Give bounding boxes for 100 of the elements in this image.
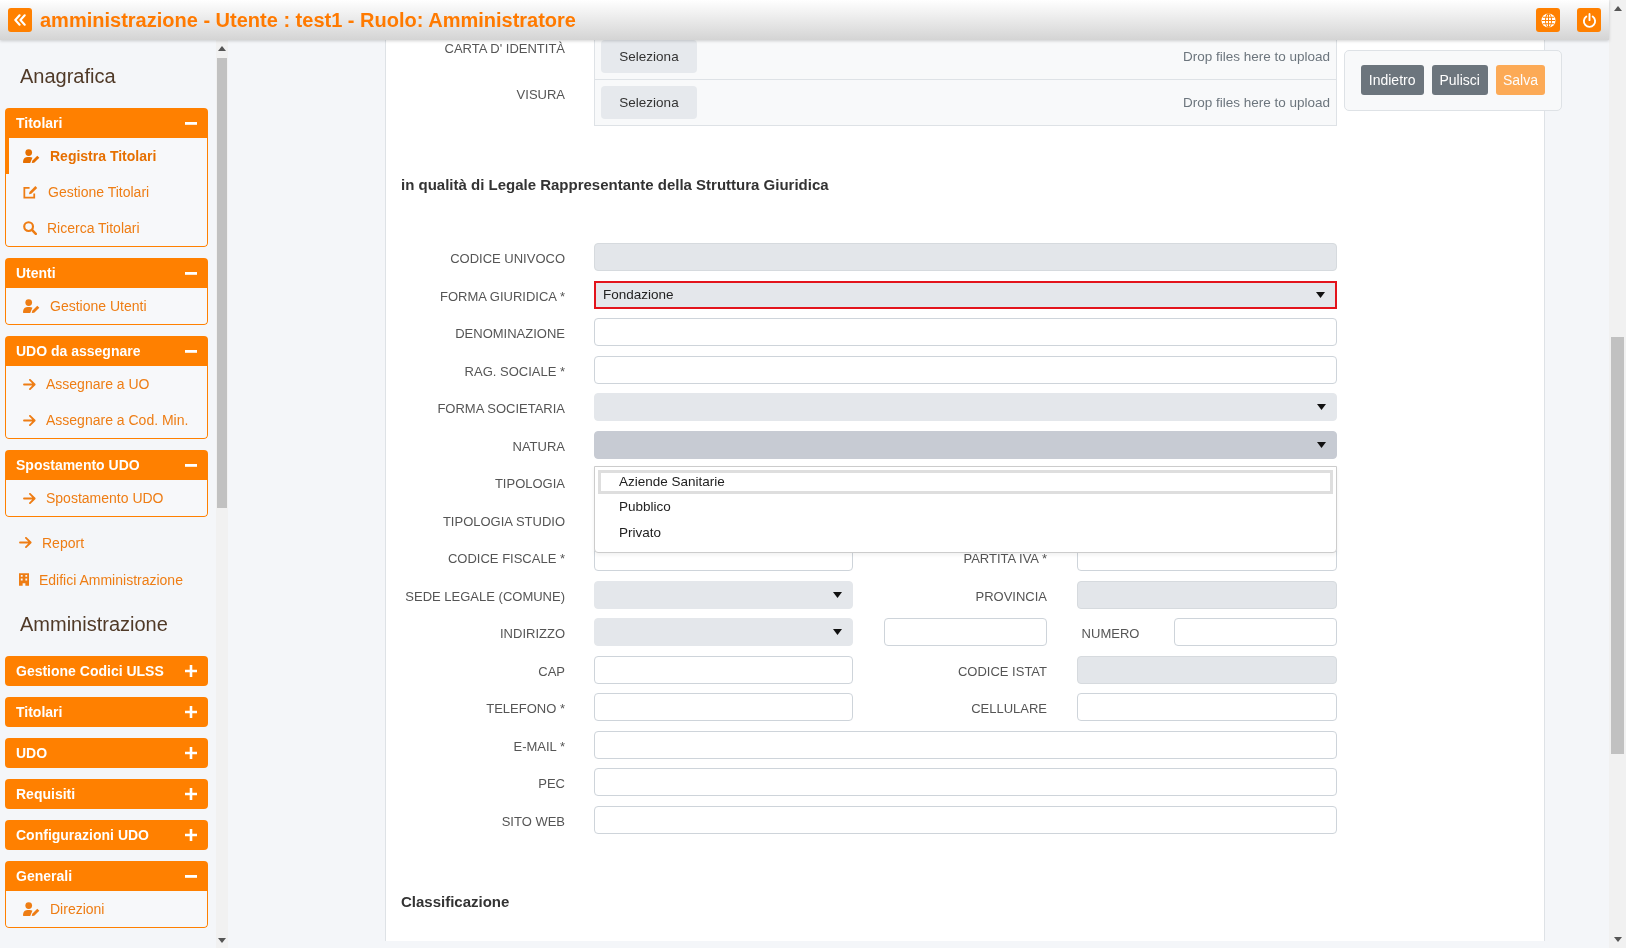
text-field[interactable] bbox=[594, 768, 1337, 796]
sidebar-section-header[interactable]: Spostamento UDO bbox=[5, 450, 208, 480]
scrollbar-thumb[interactable] bbox=[1611, 337, 1624, 754]
section-title: Classificazione bbox=[401, 891, 511, 912]
sidebar-section-header[interactable]: Titolari bbox=[5, 697, 208, 727]
plus-icon bbox=[185, 665, 197, 677]
field-label: E-MAIL * bbox=[512, 737, 565, 754]
caret-down-icon bbox=[1317, 404, 1326, 410]
minus-icon bbox=[185, 349, 197, 353]
dropdown-option[interactable]: Aziende Sanitarie bbox=[598, 469, 1333, 494]
field-label: SITO WEB bbox=[500, 812, 565, 829]
field-label: CODICE FISCALE * bbox=[446, 550, 565, 566]
dropdown-option[interactable]: Pubblico bbox=[598, 493, 1333, 520]
globe-button[interactable] bbox=[1536, 8, 1560, 32]
field-label: NUMERO bbox=[1080, 625, 1141, 641]
text-field[interactable] bbox=[1077, 693, 1337, 721]
back-button[interactable]: Indietro bbox=[1360, 65, 1424, 95]
scroll-up-icon[interactable] bbox=[1613, 6, 1622, 11]
arrow-right-icon bbox=[19, 537, 32, 548]
sidebar-link[interactable]: Spostamento UDO bbox=[6, 480, 207, 516]
sidebar-section-header[interactable]: Utenti bbox=[5, 258, 208, 288]
scroll-up-icon[interactable] bbox=[218, 45, 226, 51]
text-field[interactable] bbox=[594, 805, 1337, 834]
file-drop-zone[interactable]: Seleziona Drop files here to upload bbox=[594, 79, 1337, 126]
sidebar-section-header[interactable]: Gestione Codici ULSS bbox=[5, 656, 208, 686]
drop-hint: Drop files here to upload bbox=[1182, 95, 1330, 110]
sidebar-link[interactable]: Ricerca Titolari bbox=[6, 210, 207, 246]
scroll-down-icon[interactable] bbox=[1613, 937, 1622, 942]
sidebar-section-header[interactable]: Requisiti bbox=[5, 779, 208, 809]
minus-icon bbox=[185, 271, 197, 275]
sidebar-link[interactable]: Gestione Titolari bbox=[6, 174, 207, 210]
field-label: FORMA SOCIETARIA bbox=[436, 400, 565, 416]
caret-down-icon bbox=[1316, 291, 1325, 298]
select-field[interactable] bbox=[594, 393, 1337, 421]
double-chevron-left-icon bbox=[13, 14, 27, 26]
field-label: PEC bbox=[537, 775, 565, 791]
field-label: FORMA GIURIDICA * bbox=[439, 287, 565, 304]
plus-icon bbox=[185, 829, 197, 841]
drop-hint: Drop files here to upload bbox=[1182, 49, 1330, 64]
field-label: DENOMINAZIONE bbox=[454, 325, 565, 341]
field-label: RAG. SOCIALE * bbox=[463, 362, 565, 379]
sidebar-link[interactable]: Gestione Utenti bbox=[6, 288, 207, 324]
power-icon bbox=[1581, 12, 1597, 28]
text-field[interactable] bbox=[594, 655, 853, 684]
field-label: CODICE UNIVOCO bbox=[449, 250, 565, 266]
sidebar-section-header[interactable]: UDO bbox=[5, 738, 208, 768]
caret-down-icon bbox=[833, 629, 842, 635]
select-field[interactable] bbox=[594, 618, 853, 646]
select-field[interactable] bbox=[594, 430, 1337, 459]
sidebar-link[interactable]: Edifici Amministrazione bbox=[0, 561, 216, 598]
pencil-square-icon bbox=[23, 185, 38, 199]
arrow-right-icon bbox=[23, 378, 36, 390]
sidebar-link[interactable]: Assegnare a Cod. Min. bbox=[6, 402, 207, 438]
sidebar-link[interactable]: Assegnare a UO bbox=[6, 366, 207, 402]
scrollbar-thumb[interactable] bbox=[217, 58, 227, 508]
field-label: TIPOLOGIA STUDIO bbox=[441, 512, 565, 529]
user-pencil-icon bbox=[23, 299, 40, 313]
sidebar-section-header[interactable]: Titolari bbox=[5, 108, 208, 138]
sidebar-section-header[interactable]: UDO da assegnare bbox=[5, 336, 208, 366]
sidebar-section-header[interactable]: Configurazioni UDO bbox=[5, 820, 208, 850]
field-label: NATURA bbox=[511, 437, 565, 454]
text-field[interactable] bbox=[594, 693, 853, 721]
field-label: CARTA D' IDENTITÀ bbox=[443, 40, 565, 58]
section-title: in qualità di Legale Rappresentante della Struttura Giuridica bbox=[401, 175, 830, 195]
sidebar-heading: Anagrafica bbox=[20, 64, 117, 89]
collapse-button[interactable] bbox=[8, 8, 32, 32]
sidebar-section-header[interactable]: Generali bbox=[5, 861, 208, 891]
arrow-right-icon bbox=[23, 414, 36, 426]
text-field[interactable] bbox=[594, 318, 1337, 346]
plus-icon bbox=[185, 747, 197, 759]
globe-icon bbox=[1540, 12, 1556, 28]
minus-icon bbox=[185, 463, 197, 467]
select-file-button[interactable]: Seleziona bbox=[601, 86, 697, 119]
building-icon bbox=[19, 573, 29, 586]
plus-icon bbox=[185, 788, 197, 800]
clear-button[interactable]: Pulisci bbox=[1431, 65, 1488, 95]
field-label: TELEFONO * bbox=[485, 700, 565, 716]
file-drop-zone[interactable]: Seleziona Drop files here to upload bbox=[594, 40, 1337, 80]
sidebar-link[interactable]: Direzioni bbox=[6, 891, 207, 927]
select-file-button[interactable]: Seleziona bbox=[601, 40, 697, 73]
dropdown-option[interactable]: Privato bbox=[598, 519, 1333, 546]
select-field[interactable]: Fondazione bbox=[594, 280, 1337, 309]
scroll-down-icon[interactable] bbox=[218, 937, 226, 943]
sidebar-link[interactable]: Report bbox=[0, 524, 216, 561]
sidebar-link[interactable]: Registra Titolari bbox=[6, 138, 207, 174]
text-field[interactable] bbox=[594, 355, 1337, 384]
field-label: CAP bbox=[537, 662, 565, 679]
power-button[interactable] bbox=[1577, 8, 1601, 32]
minus-icon bbox=[185, 121, 197, 125]
page-title: amministrazione - Utente : test1 - Ruolo: Amministratore bbox=[40, 8, 576, 32]
text-field[interactable] bbox=[594, 730, 1337, 759]
text-field[interactable] bbox=[1174, 618, 1337, 646]
field-label: INDIRIZZO bbox=[499, 625, 565, 641]
user-pencil-icon bbox=[23, 902, 40, 916]
field-label: TIPOLOGIA bbox=[493, 475, 565, 491]
caret-down-icon bbox=[833, 591, 842, 598]
select-field[interactable] bbox=[594, 580, 853, 609]
text-field[interactable] bbox=[884, 618, 1047, 646]
minus-icon bbox=[185, 874, 197, 878]
field-label: VISURA bbox=[515, 86, 565, 104]
